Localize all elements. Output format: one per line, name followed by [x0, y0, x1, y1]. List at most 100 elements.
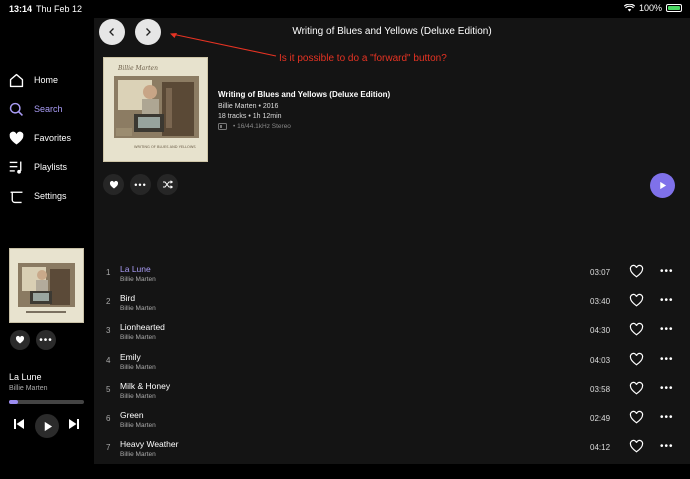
track-favorite-button[interactable] — [629, 322, 644, 337]
search-icon — [9, 102, 23, 116]
album-favorite-button[interactable] — [103, 174, 124, 195]
heart-icon — [9, 131, 24, 144]
more-icon: ••• — [39, 334, 53, 346]
album-more-button[interactable]: ••• — [130, 174, 151, 195]
track-favorite-button[interactable] — [629, 410, 644, 425]
sidebar-item-search[interactable]: Search — [8, 99, 63, 119]
album-track-count: 18 tracks • 1h 12min — [218, 113, 282, 120]
heart-outline-icon — [629, 352, 644, 366]
track-number: 7 — [106, 443, 111, 453]
next-icon — [69, 419, 79, 429]
track-artist: Billie Marten — [120, 422, 156, 429]
track-number: 6 — [106, 414, 111, 423]
mini-player-artist: Billie Marten — [9, 385, 48, 392]
sidebar-item-playlists[interactable]: Playlists — [8, 157, 67, 177]
track-more-button[interactable]: ••• — [660, 412, 674, 423]
track-more-button[interactable]: ••• — [660, 441, 674, 452]
track-number: 5 — [106, 384, 111, 394]
mini-more-button[interactable]: ••• — [36, 330, 56, 350]
page-title-text: Writing of Blues and Yellows (Deluxe Edi… — [292, 26, 492, 37]
settings-icon — [10, 191, 23, 203]
sidebar-item-label: Playlists — [34, 162, 68, 172]
next-button[interactable] — [67, 417, 81, 431]
album-art-signature: Billie Marten — [117, 65, 158, 72]
mini-player-album-art[interactable] — [9, 248, 84, 323]
album-art: Billie Marten WRITING OF BLUES AND YELLO… — [103, 57, 208, 162]
track-more-button[interactable]: ••• — [660, 266, 674, 277]
shuffle-button[interactable] — [157, 174, 178, 195]
sidebar-item-label: Favorites — [34, 133, 72, 143]
heart-outline-icon — [629, 264, 644, 278]
annotation-arrow — [170, 33, 277, 57]
mini-favorite-button[interactable] — [10, 330, 30, 350]
album-art-image — [10, 249, 83, 322]
track-more-button[interactable]: ••• — [660, 324, 674, 335]
album-quality: • 16/44.1kHz Stereo — [218, 123, 390, 130]
battery-percent: 100% — [638, 3, 662, 13]
previous-icon — [14, 419, 24, 429]
track-artist: Billie Marten — [120, 276, 156, 283]
heart-outline-icon — [629, 323, 644, 336]
track-favorite-button[interactable] — [629, 439, 644, 454]
track-title: Lionhearted — [120, 322, 165, 333]
track-title: Milk & Honey — [120, 380, 171, 391]
track-row[interactable]: 3 Lionhearted Billie Marten 04:30 ••• — [94, 319, 690, 348]
sidebar-item-label: Home — [34, 75, 59, 85]
track-artist: Billie Marten — [120, 363, 156, 371]
heart-outline-icon — [629, 410, 644, 424]
track-duration: 04:12 — [590, 443, 611, 453]
track-favorite-button[interactable] — [629, 381, 644, 396]
track-duration: 02:49 — [590, 414, 611, 423]
status-bar: 13:14 Thu Feb 12 100% — [0, 0, 690, 18]
track-artist: Billie Marten — [120, 451, 156, 459]
album-artist-year: Billie Marten • 2016 — [218, 103, 279, 110]
track-number: 2 — [106, 297, 111, 307]
track-row[interactable]: 7 Heavy Weather Billie Marten 04:12 ••• — [94, 436, 690, 465]
sidebar-item-favorites[interactable]: Favorites — [8, 128, 71, 148]
track-favorite-button[interactable] — [629, 264, 644, 279]
track-duration: 03:40 — [590, 297, 611, 307]
track-row[interactable]: 4 Emily Billie Marten 04:03 ••• — [94, 349, 690, 378]
track-row[interactable]: 2 Bird Billie Marten 03:40 ••• — [94, 290, 690, 319]
album-info: Writing of Blues and Yellows (Deluxe Edi… — [218, 90, 390, 130]
quality-text: • 16/44.1kHz Stereo — [233, 123, 291, 130]
album-art-image: Billie Marten WRITING OF BLUES AND YELLO… — [104, 58, 207, 161]
home-indicator-area — [0, 464, 690, 479]
track-artist: Billie Marten — [120, 334, 156, 342]
track-title: Bird — [120, 293, 136, 304]
mini-player-title: La Lune — [9, 372, 42, 382]
track-duration: 03:07 — [590, 268, 611, 277]
quality-icon — [218, 123, 227, 130]
track-duration: 04:30 — [590, 326, 611, 336]
track-row[interactable]: 5 Milk & Honey Billie Marten 03:58 ••• — [94, 378, 690, 407]
previous-button[interactable] — [12, 417, 26, 431]
heart-icon — [109, 180, 118, 188]
progress-fill — [9, 400, 18, 404]
sidebar: Home Search Favorites Playlists Settings — [0, 18, 94, 479]
sidebar-item-settings[interactable]: Settings — [8, 186, 67, 206]
wifi-icon — [623, 4, 635, 12]
shuffle-icon — [163, 180, 173, 189]
heart-icon — [15, 335, 25, 344]
playlist-icon — [9, 161, 22, 174]
track-row[interactable]: 1 La Lune Billie Marten 03:07 ••• — [94, 261, 690, 290]
track-duration: 03:58 — [590, 384, 611, 394]
play-pause-button[interactable] — [35, 414, 59, 438]
track-favorite-button[interactable] — [629, 293, 644, 308]
play-icon — [660, 181, 667, 190]
track-more-button[interactable]: ••• — [660, 295, 674, 306]
track-more-button[interactable]: ••• — [660, 383, 674, 394]
heart-outline-icon — [629, 440, 644, 453]
track-duration: 04:03 — [590, 355, 611, 365]
track-row[interactable]: 6 Green Billie Marten 02:49 ••• — [94, 407, 690, 436]
sidebar-item-label: Settings — [34, 191, 67, 201]
track-more-button[interactable]: ••• — [660, 354, 674, 365]
track-favorite-button[interactable] — [629, 352, 644, 367]
status-date: Thu Feb 12 — [36, 4, 83, 14]
home-icon — [9, 73, 24, 87]
sidebar-item-home[interactable]: Home — [8, 70, 58, 90]
heart-outline-icon — [629, 381, 644, 395]
track-title: Green — [120, 410, 144, 420]
mini-player-progress[interactable] — [9, 400, 84, 404]
album-play-button[interactable] — [650, 173, 675, 198]
